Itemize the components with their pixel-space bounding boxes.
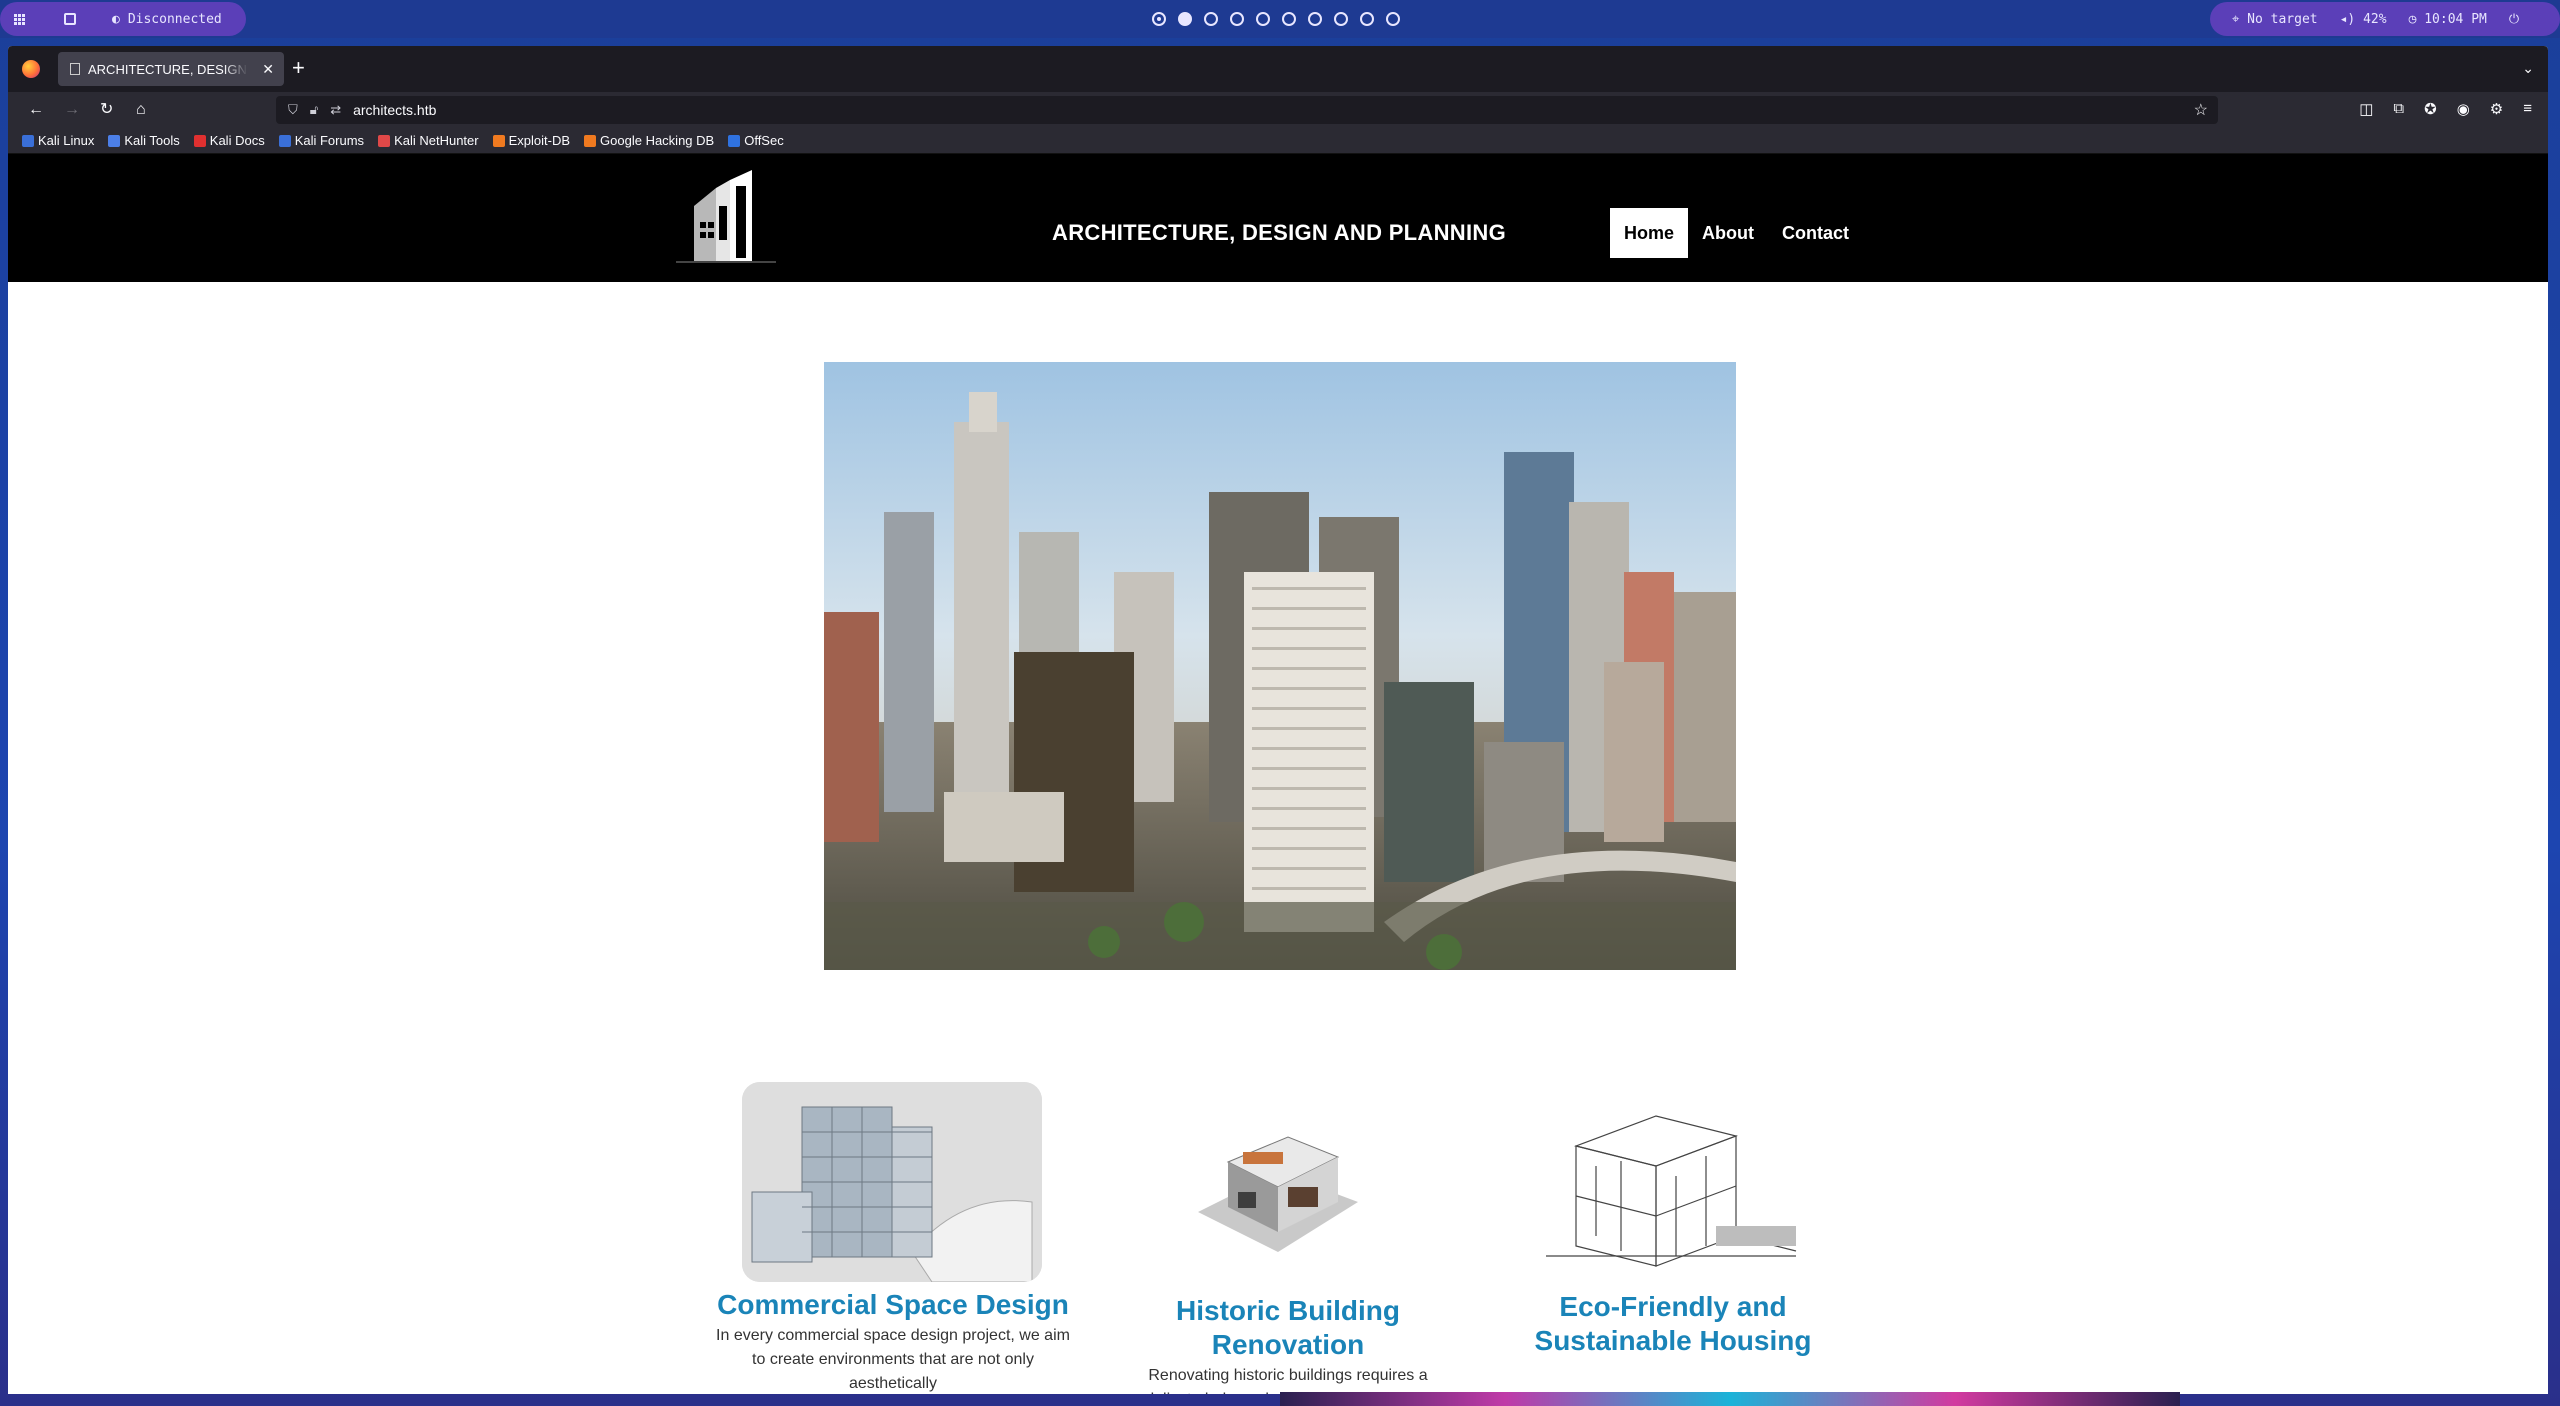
bookmark-label: Kali Forums (294, 133, 365, 148)
bookmark-item[interactable]: Kali Docs (193, 133, 265, 148)
tracking-shield-icon[interactable]: ⛉ (288, 102, 298, 118)
service-card-commercial: Commercial Space Design In every commerc… (708, 1288, 1078, 1394)
pocket-icon[interactable]: ◫ (2359, 100, 2373, 118)
workspace-dot-1[interactable] (1152, 12, 1166, 26)
window-icon[interactable] (64, 13, 76, 25)
clock-label: 10:04 PM (2424, 11, 2487, 27)
volume-indicator[interactable]: ◂) 42% (2340, 12, 2387, 27)
workspace-dot-8[interactable] (1334, 12, 1348, 26)
bookmark-favicon-icon (278, 134, 291, 147)
shield-icon: ◐ (112, 11, 120, 27)
hero-city-image (824, 362, 1736, 970)
main-nav: Home About Contact (1610, 208, 1863, 258)
toolbar-extensions: ◫ ⧉ ✪ ◉ ⚙ ≡ (2359, 100, 2532, 118)
workspace-dot-5[interactable] (1256, 12, 1270, 26)
bookmark-item[interactable]: Exploit-DB (492, 133, 571, 148)
bookmark-item[interactable]: Kali Tools (108, 133, 180, 148)
service-card-eco: Eco-Friendly and Sustainable Housing (1478, 1290, 1868, 1358)
nav-link-home[interactable]: Home (1610, 208, 1689, 258)
bookmark-star-icon[interactable]: ☆ (2194, 100, 2208, 120)
service-description: In every commercial space design project… (716, 1327, 1070, 1392)
bookmark-label: Kali Tools (124, 133, 180, 148)
bookmark-label: Exploit-DB (508, 133, 571, 148)
url-text[interactable]: architects.htb (353, 102, 436, 118)
tab-active[interactable]: ARCHITECTURE, DESIGN AND PLANNING ✕ (58, 52, 284, 86)
target-label: No target (2247, 11, 2318, 27)
bookmark-label: Kali Linux (38, 133, 95, 148)
workspace-dot-6[interactable] (1282, 12, 1296, 26)
forward-arrow-icon[interactable]: → (64, 100, 80, 120)
home-icon[interactable]: ⌂ (136, 100, 146, 120)
close-tab-icon[interactable]: ✕ (262, 61, 274, 78)
workspace-dot-2[interactable] (1178, 12, 1192, 26)
sustainable-housing-sketch-image (1536, 1106, 1826, 1276)
reload-icon[interactable]: ↻ (100, 100, 113, 120)
nav-link-about[interactable]: About (1688, 208, 1768, 258)
service-title[interactable]: Historic Building Renovation (1098, 1294, 1478, 1362)
volume-label: 42% (2363, 11, 2387, 27)
target-indicator[interactable]: ⌖ No target (2232, 12, 2318, 27)
site-title: ARCHITECTURE, DESIGN AND PLANNING (1052, 220, 1506, 245)
commercial-building-image (742, 1082, 1042, 1282)
bookmark-item[interactable]: Google Hacking DB (584, 133, 714, 148)
firefox-logo-icon[interactable] (22, 60, 40, 78)
service-title[interactable]: Commercial Space Design (708, 1288, 1078, 1322)
bookmark-label: OffSec (744, 133, 784, 148)
desktop-wallpaper-strip (1280, 1392, 2180, 1406)
workspace-dot-9[interactable] (1360, 12, 1374, 26)
service-title[interactable]: Eco-Friendly and Sustainable Housing (1478, 1290, 1868, 1358)
bookmark-item[interactable]: Kali Linux (22, 133, 94, 148)
back-arrow-icon[interactable]: ← (28, 100, 44, 120)
service-card-historic: Historic Building Renovation Renovating … (1098, 1294, 1478, 1394)
bookmark-favicon-icon (22, 134, 34, 147)
address-bar[interactable]: ⛉ 🔓︎ ⇄ architects.htb ☆ (276, 96, 2218, 124)
historic-building-image (1168, 1102, 1388, 1282)
nav-toolbar: ← → ↻ ⌂ ⛉ 🔓︎ ⇄ architects.htb ☆ ◫ ⧉ ✪ ◉ … (8, 92, 2548, 128)
browser-window: ARCHITECTURE, DESIGN AND PLANNING ✕ + ⌄ … (8, 46, 2548, 1394)
system-top-bar: ◐ Disconnected ⌖ No target ◂) 42% ◷ 10:0… (0, 0, 2560, 38)
bookmark-label: Kali Docs (209, 133, 265, 148)
bookmark-favicon-icon (378, 134, 391, 147)
lock-icon[interactable]: 🔓︎ (310, 102, 318, 118)
bookmark-item[interactable]: Kali NetHunter (378, 133, 479, 148)
bookmark-favicon-icon (728, 134, 741, 147)
bookmark-label: Kali NetHunter (394, 133, 479, 148)
bookmark-favicon-icon (584, 134, 597, 147)
list-all-tabs-icon[interactable]: ⌄ (2522, 60, 2534, 77)
apps-grid-icon[interactable] (14, 14, 25, 25)
menu-hamburger-icon[interactable]: ≡ (2523, 100, 2532, 118)
tab-strip: ARCHITECTURE, DESIGN AND PLANNING ✕ + ⌄ (8, 46, 2548, 92)
workspace-dot-3[interactable] (1204, 12, 1218, 26)
nav-link-contact[interactable]: Contact (1768, 208, 1863, 258)
permissions-icon[interactable]: ⇄ (330, 102, 341, 118)
site-favicon-icon (70, 63, 80, 75)
bookmark-favicon-icon (492, 134, 505, 147)
settings-gear-icon[interactable]: ⚙ (2490, 100, 2503, 118)
new-tab-button[interactable]: + (292, 56, 305, 80)
bookmark-item[interactable]: Kali Forums (278, 133, 365, 148)
left-status-pill: ◐ Disconnected (0, 2, 246, 36)
bookmark-favicon-icon (108, 134, 121, 147)
site-logo[interactable] (666, 166, 786, 266)
cookie-icon[interactable]: ◉ (2457, 100, 2470, 118)
workspace-dot-10[interactable] (1386, 12, 1400, 26)
tab-title: ARCHITECTURE, DESIGN AND PLANNING (88, 61, 248, 77)
service-description: Renovating historic buildings requires a… (1145, 1367, 1431, 1394)
extensions-icon[interactable]: ⧉ (2393, 100, 2404, 118)
foxyproxy-icon[interactable]: ✪ (2424, 100, 2437, 118)
bookmarks-toolbar: Kali Linux Kali Tools Kali Docs Kali Forums… (8, 128, 2548, 154)
right-status-pill: ⌖ No target ◂) 42% ◷ 10:04 PM ⏻ (2210, 2, 2560, 36)
bookmark-item[interactable]: OffSec (728, 133, 784, 148)
workspace-switcher[interactable] (1152, 12, 1400, 26)
vpn-status: Disconnected (127, 11, 222, 27)
site-header: ARCHITECTURE, DESIGN AND PLANNING Home Ab… (8, 154, 2548, 282)
workspace-dot-7[interactable] (1308, 12, 1322, 26)
bookmark-favicon-icon (193, 134, 206, 147)
workspace-dot-4[interactable] (1230, 12, 1244, 26)
bookmark-label: Google Hacking DB (600, 133, 715, 148)
web-page: ARCHITECTURE, DESIGN AND PLANNING Home Ab… (8, 154, 2548, 1394)
power-icon[interactable]: ⏻ (2509, 12, 2519, 27)
clock: ◷ 10:04 PM (2408, 11, 2487, 27)
